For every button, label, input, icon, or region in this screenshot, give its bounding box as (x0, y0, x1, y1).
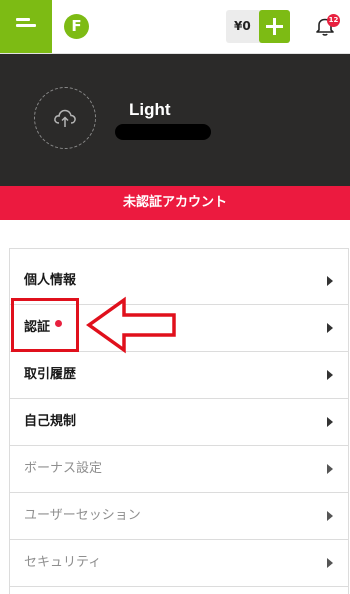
chevron-right-icon (327, 370, 333, 380)
chevron-right-icon (327, 276, 333, 286)
menu-item-user-sessions[interactable]: ユーザーセッション (10, 493, 348, 540)
menu-item-self-exclusion[interactable]: 自己規制 (10, 399, 348, 446)
chevron-right-icon (327, 558, 333, 568)
menu-item-label: ボーナス設定 (24, 461, 103, 476)
cloud-upload-icon (54, 109, 76, 127)
redacted-user-id (115, 124, 211, 140)
menu-item-label: セキュリティ (24, 555, 102, 570)
deposit-plus-button[interactable] (259, 10, 290, 43)
menu-item-bonus-settings[interactable]: ボーナス設定 (10, 446, 348, 493)
menu-item-transaction-history[interactable]: 取引履歴 (10, 352, 348, 399)
chevron-right-icon (327, 511, 333, 521)
chevron-right-icon (327, 417, 333, 427)
menu-bar-2 (16, 24, 36, 27)
hamburger-menu-button[interactable] (0, 0, 52, 53)
highlight-box-annotation (11, 298, 79, 352)
chevron-right-icon (327, 323, 333, 333)
brand-logo[interactable]: F (64, 14, 89, 39)
top-bar: F ¥0 12 (0, 0, 350, 54)
left-arrow-annotation-icon (86, 296, 176, 354)
menu-bar-1 (16, 18, 30, 21)
username: Light (129, 100, 171, 119)
chevron-right-icon (327, 464, 333, 474)
plus-icon-vertical (273, 18, 276, 35)
menu-item-label: 自己規制 (24, 414, 77, 429)
menu-item-security[interactable]: セキュリティ (10, 540, 348, 587)
menu-item-label: ユーザーセッション (24, 508, 141, 523)
balance-amount: ¥0 (234, 19, 251, 33)
menu-item-label: 取引履歴 (24, 367, 77, 382)
notification-badge: 12 (327, 14, 340, 27)
profile-header: Light (0, 54, 350, 186)
unverified-account-banner[interactable]: 未認証アカウント (0, 186, 350, 220)
avatar-upload[interactable] (34, 87, 96, 149)
